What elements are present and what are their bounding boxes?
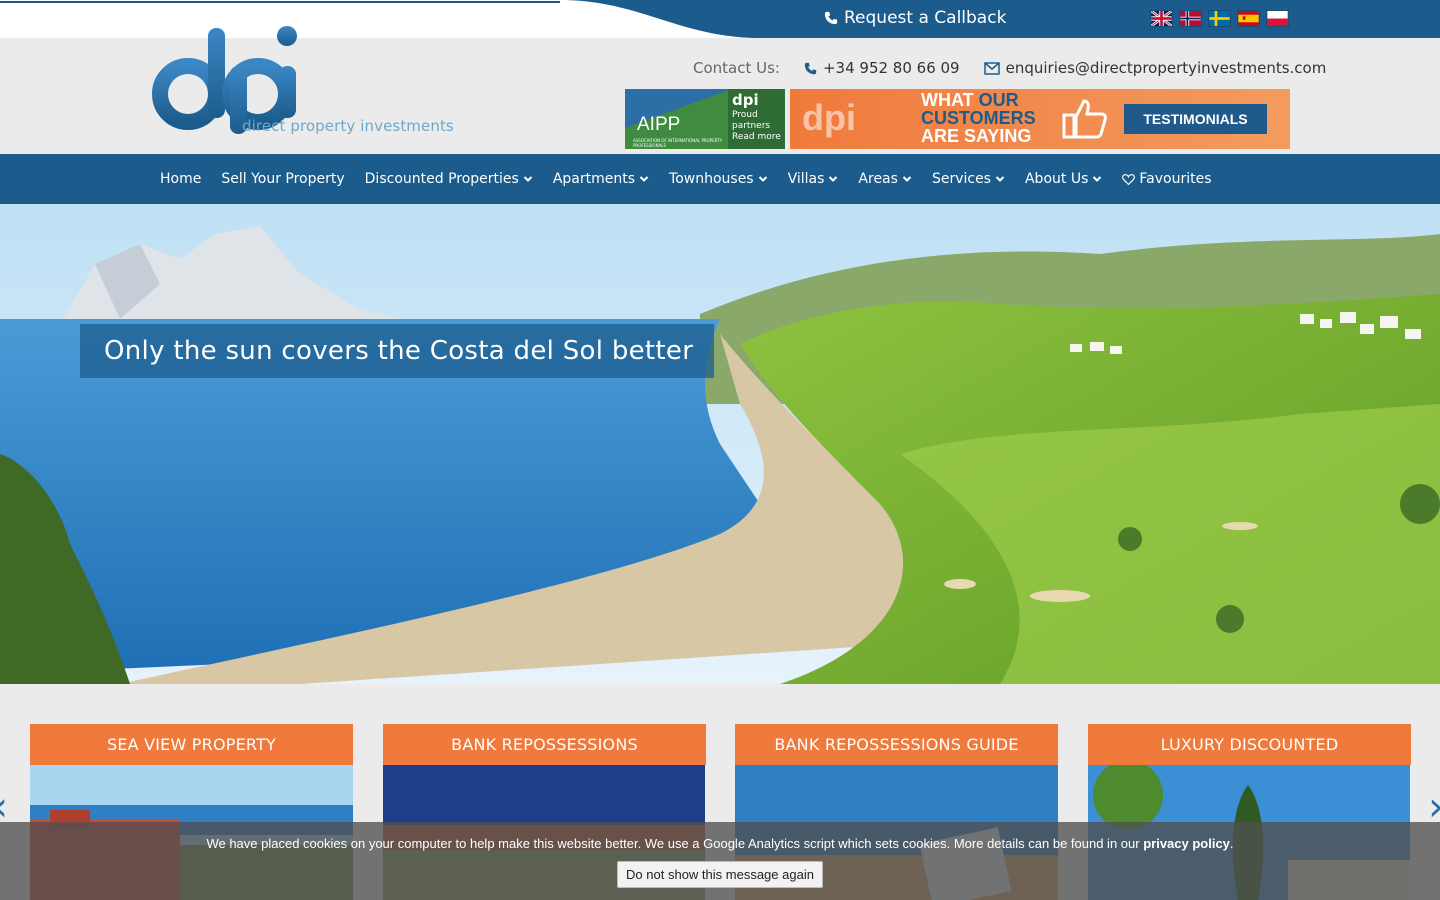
- card-title: LUXURY DISCOUNTED: [1088, 724, 1411, 765]
- nav-item-areas[interactable]: Areas: [848, 171, 922, 187]
- hero-banner: Only the sun covers the Costa del Sol be…: [0, 204, 1440, 684]
- aipp-banner-right: dpi Proud partners Read more: [728, 89, 785, 149]
- phone-link[interactable]: +34 952 80 66 09: [804, 59, 960, 77]
- nav-item-villas[interactable]: Villas: [778, 171, 849, 187]
- nav-item-label: Apartments: [552, 171, 636, 187]
- phone-icon: [804, 62, 817, 74]
- nav-item-home[interactable]: Home: [150, 171, 211, 187]
- language-flags: [1150, 10, 1289, 27]
- cookie-message: We have placed cookies on your computer …: [0, 836, 1440, 851]
- nav-item-label: Townhouses: [669, 171, 754, 187]
- chevron-down-icon: [1093, 176, 1102, 182]
- spanish-flag-icon[interactable]: [1237, 10, 1260, 27]
- chevron-down-icon: [639, 176, 649, 182]
- testimonials-banner[interactable]: dpi WHAT OUR CUSTOMERS ARE SAYING TESTIM…: [790, 89, 1290, 149]
- aipp-title: AIPP: [637, 114, 681, 135]
- nav-menu: Home Sell Your Property Discounted Propert…: [150, 154, 1222, 204]
- chevron-down-icon: [758, 176, 767, 182]
- request-callback-button[interactable]: Request a Callback: [824, 8, 1006, 28]
- nav-item-sell-your-property[interactable]: Sell Your Property: [211, 171, 354, 187]
- chevron-down-icon: [902, 176, 912, 182]
- nav-item-favourites[interactable]: Favourites: [1112, 171, 1221, 187]
- privacy-policy-link[interactable]: privacy policy: [1143, 836, 1230, 851]
- hero-landscape-image: [0, 204, 1440, 684]
- nav-item-label: Home: [160, 171, 202, 187]
- envelope-icon: [983, 61, 1000, 75]
- phone-number: +34 952 80 66 09: [822, 59, 960, 77]
- hero-slogan: Only the sun covers the Costa del Sol be…: [80, 324, 714, 378]
- chevron-down-icon: [995, 176, 1005, 182]
- testimonials-line1a: WHAT: [921, 90, 979, 110]
- contact-label: Contact Us:: [693, 59, 780, 77]
- aipp-read-more: Read more: [732, 132, 781, 142]
- nav-item-about-us[interactable]: About Us: [1015, 171, 1112, 187]
- nav-item-label: Areas: [858, 171, 898, 187]
- contact-info: Contact Us: +34 952 80 66 09 enquiries@d…: [693, 59, 1326, 77]
- swedish-flag-icon[interactable]: [1208, 10, 1231, 27]
- email-link[interactable]: enquiries@directpropertyinvestments.com: [983, 59, 1327, 77]
- testimonials-heading: WHAT OUR CUSTOMERS ARE SAYING: [921, 91, 1036, 145]
- testimonials-line3: ARE SAYING: [921, 126, 1032, 146]
- nav-item-label: Favourites: [1139, 171, 1212, 187]
- aipp-small-text: ASSOCIATION OF INTERNATIONAL PROPERTY PR…: [633, 138, 723, 148]
- nav-item-label: Sell Your Property: [221, 171, 345, 187]
- cookie-banner: We have placed cookies on your computer …: [0, 822, 1440, 900]
- email-address: enquiries@directpropertyinvestments.com: [1005, 59, 1327, 77]
- nav-item-label: Services: [931, 171, 991, 187]
- card-title: SEA VIEW PROPERTY: [30, 724, 353, 765]
- main-navigation: Home Sell Your Property Discounted Propert…: [0, 154, 1440, 204]
- aipp-text-line: partners: [732, 121, 771, 131]
- nav-item-label: Discounted Properties: [364, 171, 519, 187]
- nav-item-discounted-properties[interactable]: Discounted Properties: [355, 171, 543, 187]
- nav-item-label: Villas: [787, 171, 825, 187]
- heart-icon: [1122, 174, 1136, 185]
- card-title: BANK REPOSSESSIONS GUIDE: [735, 724, 1058, 765]
- chevron-down-icon: [523, 176, 533, 182]
- english-flag-icon[interactable]: [1150, 10, 1173, 27]
- polish-flag-icon[interactable]: [1266, 10, 1289, 27]
- chevron-down-icon: [829, 176, 838, 182]
- testimonials-button[interactable]: TESTIMONIALS: [1124, 104, 1267, 134]
- cookie-text: We have placed cookies on your computer …: [206, 836, 1144, 851]
- aipp-text-line: Proud: [732, 110, 758, 120]
- nav-item-apartments[interactable]: Apartments: [543, 171, 659, 187]
- nav-item-townhouses[interactable]: Townhouses: [659, 171, 778, 187]
- logo-subtitle: direct property investments: [242, 117, 454, 135]
- nav-item-label: About Us: [1024, 171, 1089, 187]
- card-title: BANK REPOSSESSIONS: [383, 724, 706, 765]
- nav-item-services[interactable]: Services: [922, 171, 1015, 187]
- testimonials-line2: CUSTOMERS: [921, 108, 1036, 128]
- phone-icon: [824, 11, 838, 25]
- testimonials-line1b: OUR: [978, 90, 1019, 110]
- dismiss-cookie-button[interactable]: Do not show this message again: [617, 861, 823, 888]
- norwegian-flag-icon[interactable]: [1179, 10, 1202, 27]
- thumbs-up-icon: [1062, 99, 1107, 139]
- testimonials-dpi-brand: dpi: [802, 97, 856, 138]
- cookie-text-end: .: [1229, 836, 1234, 851]
- request-callback-label: Request a Callback: [844, 8, 1007, 28]
- aipp-dpi-brand: dpi: [732, 91, 759, 109]
- aipp-partner-banner[interactable]: AIPP ASSOCIATION OF INTERNATIONAL PROPER…: [625, 89, 785, 149]
